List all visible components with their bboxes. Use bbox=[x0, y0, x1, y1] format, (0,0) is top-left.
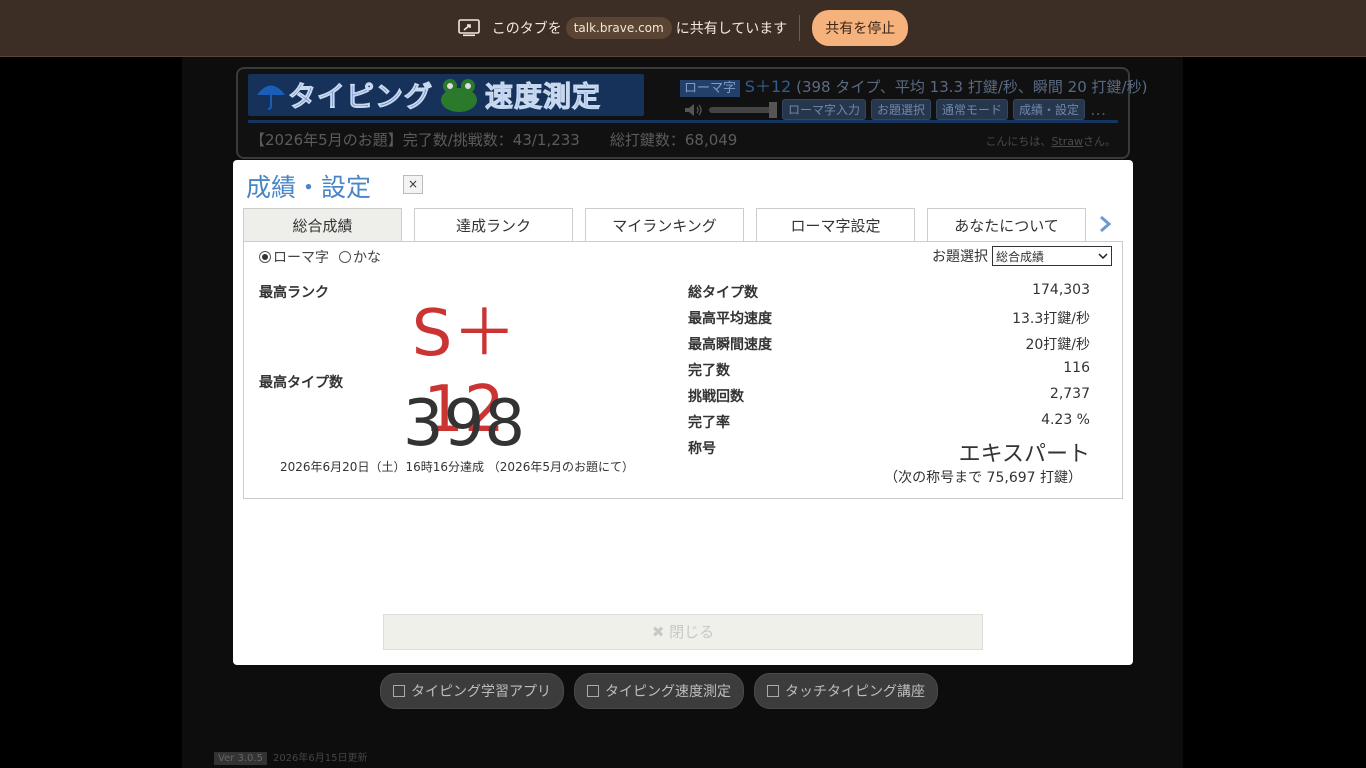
monthly-challenge-stats: 【2026年5月のお題】完了数/挑戦数：43/1,233 総打鍵数：68,049 bbox=[250, 131, 738, 149]
footer-link-learning-app[interactable]: タイピング学習アプリ bbox=[380, 673, 564, 709]
greeting: こんにちは、Strawさん。 bbox=[985, 133, 1116, 149]
footer-link-label: タッチタイピング講座 bbox=[785, 684, 925, 700]
best-type-value: 398 bbox=[402, 387, 526, 461]
sharebar-divider bbox=[799, 15, 801, 41]
modal-title: 成績・設定 bbox=[246, 173, 372, 202]
tab-romaji-settings[interactable]: ローマ字設定 bbox=[756, 208, 915, 242]
header-separator bbox=[248, 120, 1118, 123]
radio-label: かな bbox=[353, 250, 381, 266]
overall-results-panel: ローマ字 かな お題選択 総合成績 最高ランク S＋12 最高タイプ数 398 … bbox=[243, 241, 1123, 499]
document-icon bbox=[587, 685, 599, 697]
tab-about-you[interactable]: あなたについて bbox=[927, 208, 1086, 242]
romaji-input-button[interactable]: ローマ字入力 bbox=[782, 99, 867, 120]
stat-row: 総タイプ数 174,303 bbox=[688, 282, 1090, 308]
shared-site-chip: talk.brave.com bbox=[565, 17, 672, 39]
header-stats-text: (398 タイプ、平均 13.3 打鍵/秒、瞬間 20 打鍵/秒) bbox=[796, 78, 1148, 96]
volume-icon[interactable] bbox=[684, 103, 704, 117]
frog-icon bbox=[441, 79, 478, 112]
stat-label: 称号 bbox=[688, 441, 716, 457]
close-button[interactable]: ✖ 閉じる bbox=[383, 614, 983, 650]
logo-text-speed: 速度測定 bbox=[485, 80, 602, 114]
tab-overall-results[interactable]: 総合成績 bbox=[243, 208, 402, 242]
radio-dot[interactable] bbox=[339, 251, 351, 263]
stat-value: 20打鍵/秒 bbox=[1025, 337, 1090, 353]
stat-label: 総タイプ数 bbox=[688, 285, 758, 301]
chevron-down-icon bbox=[1098, 253, 1108, 259]
more-menu-icon[interactable]: … bbox=[1090, 100, 1106, 119]
romaji-tag: ローマ字 bbox=[680, 80, 741, 97]
achieved-date: 2026年6月20日（土）16時16分達成 （2026年5月のお題にて） bbox=[280, 460, 634, 474]
volume-slider[interactable] bbox=[709, 101, 777, 118]
umbrella-icon bbox=[257, 85, 285, 110]
stat-value: 2,737 bbox=[1049, 386, 1090, 402]
theme-select-value: 総合成績 bbox=[996, 249, 1045, 264]
normal-mode-button[interactable]: 通常モード bbox=[936, 99, 1009, 120]
updated-date: 2026年6月15日更新 bbox=[272, 753, 368, 764]
close-icon[interactable]: × bbox=[403, 175, 423, 194]
user-link[interactable]: Straw bbox=[1051, 135, 1083, 148]
sharing-text-prefix: このタブを bbox=[491, 21, 562, 37]
radio-romaji[interactable]: ローマ字 bbox=[259, 247, 329, 267]
footer-link-label: タイピング速度測定 bbox=[605, 684, 731, 700]
version-tag: Ver 3.0.5 bbox=[214, 752, 267, 765]
screen-share-icon bbox=[457, 19, 480, 37]
stat-value: 116 bbox=[1063, 360, 1090, 376]
volume-slider-knob[interactable] bbox=[769, 101, 777, 118]
results-settings-button[interactable]: 成績・設定 bbox=[1013, 99, 1086, 120]
footer-link-label: タイピング学習アプリ bbox=[411, 684, 551, 700]
sharing-text-suffix: に共有しています bbox=[675, 21, 788, 37]
radio-label: ローマ字 bbox=[273, 250, 329, 266]
next-title-progress: （次の称号まで 75,697 打鍵） bbox=[884, 470, 1082, 486]
radio-kana[interactable]: かな bbox=[339, 247, 381, 267]
stat-row: 挑戦回数 2,737 bbox=[688, 386, 1090, 412]
document-icon bbox=[767, 685, 779, 697]
stat-value: 4.23 % bbox=[1041, 412, 1090, 428]
theme-select-group: お題選択 総合成績 bbox=[932, 246, 1112, 266]
modal-tabs: 総合成績 達成ランク マイランキング ローマ字設定 あなたについて bbox=[243, 208, 1086, 242]
stat-value: 13.3打鍵/秒 bbox=[1012, 311, 1090, 327]
stat-label: 完了数 bbox=[688, 363, 730, 379]
header-rank: S＋12 bbox=[744, 77, 792, 96]
tab-my-ranking[interactable]: マイランキング bbox=[585, 208, 744, 242]
stop-sharing-button[interactable]: 共有を停止 bbox=[812, 10, 909, 46]
header-controls: ローマ字入力 お題選択 通常モード 成績・設定 … bbox=[684, 99, 1106, 120]
theme-select-button[interactable]: お題選択 bbox=[871, 99, 932, 120]
stat-value: 174,303 bbox=[1032, 282, 1090, 298]
site-logo[interactable]: タイピング 速度測定 bbox=[248, 74, 644, 116]
mode-radio-group: ローマ字 かな bbox=[259, 247, 381, 267]
site-header: タイピング 速度測定 ローマ字 S＋12 (398 タイプ、平均 13.3 打鍵… bbox=[236, 67, 1147, 159]
stat-row: 完了数 116 bbox=[688, 360, 1090, 386]
tab-sharing-bar: このタブを talk.brave.com に共有しています 共有を停止 bbox=[0, 0, 1366, 57]
theme-select-dropdown[interactable]: 総合成績 bbox=[992, 246, 1112, 266]
results-settings-modal: 成績・設定 × 総合成績 達成ランク マイランキング ローマ字設定 あなたについ… bbox=[233, 160, 1133, 665]
header-stats: ローマ字 S＋12 (398 タイプ、平均 13.3 打鍵/秒、瞬間 20 打鍵… bbox=[680, 73, 1147, 97]
footer-link-touch-typing[interactable]: タッチタイピング講座 bbox=[754, 673, 938, 709]
footer-link-speed-test[interactable]: タイピング速度測定 bbox=[574, 673, 744, 709]
version-info: Ver 3.0.5 2026年6月15日更新 bbox=[214, 749, 368, 765]
footer-links: タイピング学習アプリ タイピング速度測定 タッチタイピング講座 bbox=[380, 673, 938, 709]
tab-achievement-rank[interactable]: 達成ランク bbox=[414, 208, 573, 242]
stat-label: 完了率 bbox=[688, 415, 730, 431]
stat-label: 最高平均速度 bbox=[688, 311, 772, 327]
title-rank-value: エキスパート bbox=[958, 442, 1090, 467]
best-type-label: 最高タイプ数 bbox=[259, 375, 343, 391]
stat-row: 最高平均速度 13.3打鍵/秒 bbox=[688, 308, 1090, 334]
best-rank-label: 最高ランク bbox=[259, 285, 329, 301]
theme-select-label: お題選択 bbox=[932, 249, 988, 265]
stat-label: 最高瞬間速度 bbox=[688, 337, 772, 353]
greeting-suffix: さん。 bbox=[1083, 135, 1116, 148]
logo-text-typing: タイピング bbox=[287, 80, 434, 114]
radio-dot-selected[interactable] bbox=[259, 251, 271, 263]
chevron-right-icon[interactable] bbox=[1098, 216, 1112, 232]
stat-row: 完了率 4.23 % bbox=[688, 412, 1090, 438]
stat-label: 挑戦回数 bbox=[688, 389, 744, 405]
document-icon bbox=[393, 685, 405, 697]
greeting-prefix: こんにちは、 bbox=[985, 135, 1052, 148]
stat-row: 最高瞬間速度 20打鍵/秒 bbox=[688, 334, 1090, 360]
